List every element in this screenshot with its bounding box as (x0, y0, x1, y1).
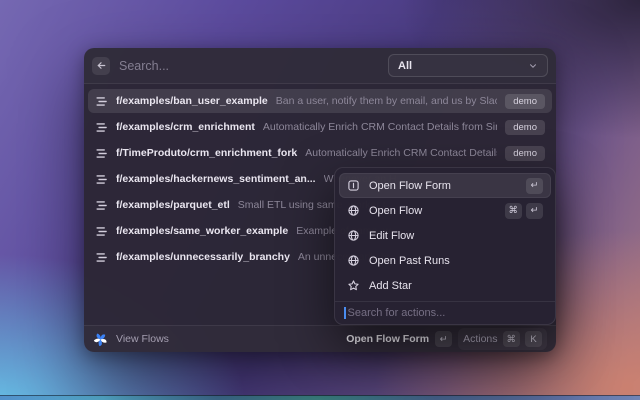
primary-action-label[interactable]: Open Flow Form (346, 333, 429, 345)
result-title: f/examples/hackernews_sentiment_an... (116, 173, 316, 185)
globe-icon (347, 229, 360, 242)
flow-bars-staggered-icon (95, 173, 108, 186)
result-description: Ban a user, notify them by email, and us… (276, 95, 497, 107)
flow-bars-staggered-icon (95, 95, 108, 108)
flow-bars-staggered-icon (95, 199, 108, 212)
result-title: f/examples/same_worker_example (116, 225, 288, 237)
filter-select[interactable]: All (388, 54, 548, 77)
chevron-down-icon (528, 61, 538, 71)
result-title: f/examples/crm_enrichment (116, 121, 255, 133)
actions-context-menu: Open Flow Form ↵ Open Flow ⌘ ↵ Edit Flow… (334, 167, 556, 325)
globe-icon (347, 254, 360, 267)
menu-item-open-flow[interactable]: Open Flow ⌘ ↵ (339, 198, 551, 223)
result-title: f/examples/unnecessarily_branchy (116, 251, 290, 263)
menu-item-label: Add Star (369, 280, 412, 292)
result-title: f/examples/ban_user_example (116, 95, 268, 107)
menu-item-edit-flow[interactable]: Edit Flow (339, 223, 551, 248)
result-row[interactable]: f/TimeProduto/crm_enrichment_fork Automa… (88, 141, 552, 165)
status-bar: View Flows Open Flow Form ↵ Actions ⌘ K (84, 325, 556, 352)
enter-key-badge: ↵ (526, 178, 543, 194)
back-button[interactable] (92, 57, 110, 75)
demo-badge: demo (505, 120, 545, 135)
menu-item-open-flow-form[interactable]: Open Flow Form ↵ (339, 173, 551, 198)
cmd-key-badge: ⌘ (503, 331, 521, 347)
result-title: f/examples/parquet_etl (116, 199, 230, 211)
star-icon (347, 279, 360, 292)
result-title: f/TimeProduto/crm_enrichment_fork (116, 147, 297, 159)
menu-item-label: Edit Flow (369, 230, 414, 242)
k-key-badge: K (525, 331, 542, 347)
result-description: Automatically Enrich CRM Contact Details… (263, 121, 497, 133)
flow-bars-staggered-icon (95, 225, 108, 238)
menu-item-open-past-runs[interactable]: Open Past Runs (339, 248, 551, 273)
result-description: Automatically Enrich CRM Contact Details… (305, 147, 497, 159)
view-flows-label: View Flows (116, 333, 169, 345)
globe-icon (347, 204, 360, 217)
flow-bars-staggered-icon (95, 251, 108, 264)
form-input-icon (347, 179, 360, 192)
filter-selected-value: All (398, 60, 412, 72)
result-row[interactable]: f/examples/crm_enrichment Automatically … (88, 115, 552, 139)
search-header: Search... All (84, 48, 556, 84)
actions-button[interactable]: Actions ⌘ K (458, 328, 547, 350)
menu-item-label: Open Flow (369, 205, 422, 217)
actions-search-input[interactable]: Search for actions... (335, 301, 555, 324)
menu-item-label: Open Past Runs (369, 255, 450, 267)
menu-item-add-star[interactable]: Add Star (339, 273, 551, 298)
flow-bars-staggered-icon (95, 121, 108, 134)
windmill-logo-icon (93, 332, 108, 347)
demo-badge: demo (505, 146, 545, 161)
demo-badge: demo (505, 94, 545, 109)
background-bottom-strip (0, 395, 640, 400)
enter-key-badge: ↵ (435, 331, 452, 347)
flow-bars-staggered-icon (95, 147, 108, 160)
cmd-key-badge: ⌘ (505, 203, 523, 219)
menu-item-label: Open Flow Form (369, 180, 451, 192)
actions-label: Actions (463, 333, 497, 345)
arrow-left-icon (96, 60, 107, 71)
search-input[interactable]: Search... (119, 59, 379, 73)
actions-search-placeholder: Search for actions... (348, 307, 446, 319)
enter-key-badge: ↵ (526, 203, 543, 219)
text-cursor (344, 307, 346, 319)
result-row[interactable]: f/examples/ban_user_example Ban a user, … (88, 89, 552, 113)
